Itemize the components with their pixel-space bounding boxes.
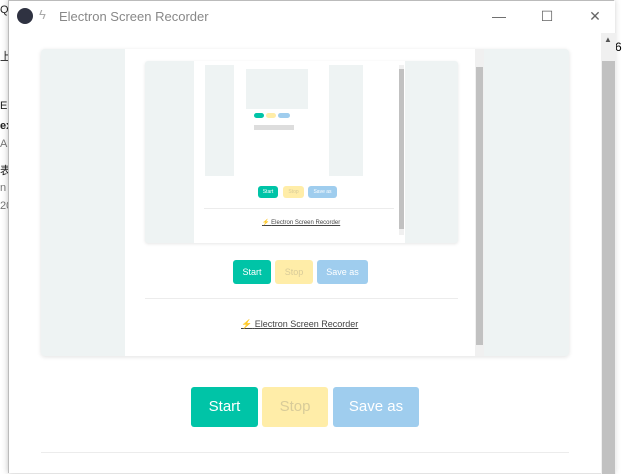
bg-text: El — [0, 100, 8, 112]
divider — [41, 452, 569, 453]
nested-footer-link: ⚡ Electron Screen Recorder — [262, 220, 341, 226]
preview-page: Start Stop Save as ⚡ Electron Screen Rec… — [125, 49, 484, 356]
preview-save-button: Save as — [317, 260, 368, 284]
start-button[interactable]: Start — [191, 387, 258, 427]
nested-preview-2 — [205, 65, 363, 176]
bg-text: 上 — [0, 51, 8, 63]
close-button[interactable]: ✕ — [580, 5, 610, 27]
app-window: ϟ Electron Screen Recorder — ☐ ✕ ▲ Start… — [8, 0, 616, 474]
maximize-button[interactable]: ☐ — [532, 5, 562, 27]
preview-stop-button: Stop — [275, 260, 313, 284]
bg-text: QT — [0, 4, 8, 16]
stop-button[interactable]: Stop — [262, 387, 328, 427]
preview-start-button: Start — [233, 260, 271, 284]
save-as-button[interactable]: Save as — [333, 387, 419, 427]
title-bar[interactable]: ϟ Electron Screen Recorder — ☐ ✕ — [9, 1, 615, 33]
nested-save-button: Save as — [308, 186, 337, 198]
scroll-up-icon[interactable]: ▲ — [604, 35, 612, 44]
bg-text: 20 — [0, 200, 8, 212]
electron-logo-icon — [17, 8, 33, 24]
bg-text: A — [0, 138, 8, 150]
nested-preview: Start Stop Save as ⚡ Electron Screen Rec… — [145, 61, 458, 243]
scrollbar-thumb[interactable] — [602, 61, 615, 474]
bg-text: ex — [0, 120, 8, 132]
nested-start-button: Start — [258, 186, 278, 198]
bg-text: 表 — [0, 165, 8, 177]
scrollbar[interactable]: ▲ — [601, 33, 616, 474]
bg-text: 6 — [615, 40, 622, 54]
nested-stop-button: Stop — [283, 186, 304, 198]
preview-scrollbar — [475, 49, 484, 356]
bolt-icon: ϟ — [39, 7, 46, 22]
minimize-button[interactable]: — — [484, 5, 514, 27]
bg-text: n — [0, 182, 7, 194]
preview-footer-link: ⚡ Electron Screen Recorder — [241, 319, 359, 329]
bolt-icon: ⚡ — [241, 319, 253, 329]
window-title: Electron Screen Recorder — [59, 9, 209, 24]
screen-preview: Start Stop Save as ⚡ Electron Screen Rec… — [41, 49, 569, 356]
